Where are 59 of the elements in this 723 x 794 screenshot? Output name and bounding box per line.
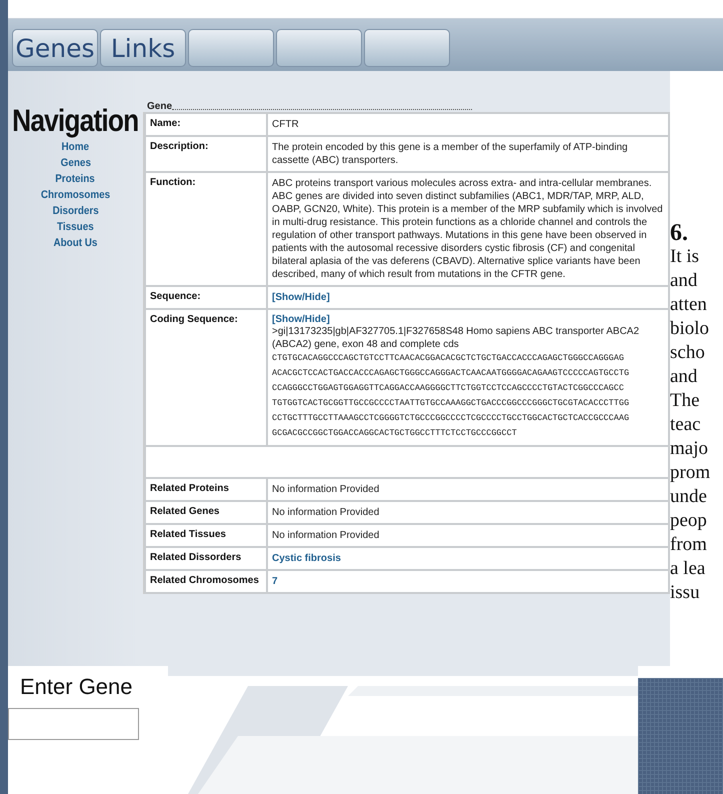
overlay-word: prom	[670, 461, 712, 485]
row-label: Coding Sequence:	[146, 310, 266, 445]
value-link[interactable]: [Show/Hide]	[272, 292, 330, 303]
overlay-word: majo	[670, 437, 709, 461]
sequence-line: TGTGGTCACTGCGGTTGCCGCCCCTAATTGTGCCAAAGGCTGACCCGGCCCGGGCTGCGTACACCCTTGG	[272, 397, 630, 410]
overlay-word: a lea	[670, 557, 706, 581]
enter-gene-label: Enter Gene	[19, 674, 134, 700]
sequence-line: ACACGCTCCACTGACCACCCAGAGCTGGGCCAGGGACTCAACAATGGGGACAGAAGTCCCCCAGTGCCTG	[272, 367, 630, 380]
sequence-header: >gi|13173235|gb|AF327705.1|F327658S48 Homo sapiens ABC transporter ABCA2 (ABCA2) gene, exon 48 and complete cds	[272, 325, 640, 351]
navigation-title: Navigation	[12, 103, 139, 139]
overlay-word: and	[670, 365, 698, 389]
overlay-number: 6.	[670, 221, 689, 245]
nav-link[interactable]: Tissues	[57, 219, 94, 235]
overlay-word: The	[670, 389, 701, 413]
nav-link[interactable]: Disorders	[52, 203, 99, 219]
nav-tab[interactable]: Links	[100, 29, 186, 67]
blank-tab[interactable]	[364, 29, 450, 67]
row-label: Related Chromosomes	[146, 571, 266, 592]
blank-tab[interactable]	[188, 29, 274, 67]
row-label: Related Dissorders	[146, 548, 266, 569]
nav-tab[interactable]: Genes	[12, 29, 98, 67]
overlay-word: atten	[670, 293, 708, 317]
row-label: Description:	[146, 137, 266, 171]
show-hide-link[interactable]: [Show/Hide]	[272, 314, 330, 325]
overlay-word: from	[670, 533, 708, 557]
table-cell: No information Provided	[268, 525, 668, 546]
table-cell: ABC proteins transport various molecules across extra- and intra-cellular membranes. ABC genes are divided into seven distinct subfamilies (ABC1, MDR/TAP, MRP, ALD, OABP, GCN20, White). This protein is a member of the MRP subfamily which is involved in multi-drug resistance. This protein functions as a chloride channel and controls the regulation of other transport pathways. Mutations in this gene have been observed in patients with the autosomal recessive disorders cystic fibrosis (CF) and congenital bilateral aplasia of the vas deferens (CBAVD). Alternative splice variants have been described, many of which result from mutations in the CFTR gene.	[268, 173, 668, 285]
row-label: Name:	[146, 114, 266, 135]
nav-link[interactable]: Home	[62, 139, 90, 155]
overlay-word: teac	[670, 413, 702, 437]
overlay-word: issu	[670, 581, 701, 605]
sequence-line: GCGACGCCGGCTGGACCAGGCACTGCTGGCCTTTCTCCTGCCCGGCCT	[272, 427, 517, 440]
overlay-word: scho	[670, 341, 706, 365]
row-label: Sequence:	[146, 287, 266, 308]
row-label: Function:	[146, 173, 266, 285]
nav-link[interactable]: Genes	[60, 155, 91, 171]
overlay-word: biolo	[670, 317, 710, 341]
sequence-line: CCTGCTTTGCCTTAAAGCCTCGGGGTCTGCCCGGCCCCTCGCCCCTGCCTGGCACTGCTCACCGCCCAAG	[272, 412, 630, 425]
blank-tab[interactable]	[276, 29, 362, 67]
value-link[interactable]: Cystic fibrosis	[272, 553, 341, 564]
overlay-word: unde	[670, 485, 708, 509]
nav-link[interactable]: About Us	[54, 235, 98, 251]
overlay-word: and	[670, 269, 698, 293]
nav-link[interactable]: Proteins	[56, 171, 96, 187]
gene-input[interactable]	[8, 708, 139, 740]
sequence-line: CCAGGGCCTGGAGTGGAGGTTCAGGACCAAGGGGCTTCTGGTCCTCCAGCCCCTGTACTCGGCCCAGCC	[272, 382, 624, 395]
table-cell: No information Provided	[268, 479, 668, 500]
table-cell: No information Provided	[268, 502, 668, 523]
sequence-line: CTGTGCACAGGCCCAGCTGTCCTTCAACACGGACACGCTCTGCTGACCACCCAGAGCTGGGCCAGGGAG	[272, 352, 624, 365]
nav-link[interactable]: Chromosomes	[40, 187, 110, 203]
overlay-word: It is	[670, 245, 700, 269]
row-label: Related Proteins	[146, 479, 266, 500]
table-cell: The protein encoded by this gene is a member of the superfamily of ATP-binding cassette (ABC) transporters.	[268, 137, 668, 171]
section-heading: Gene	[147, 101, 172, 112]
row-label: Related Genes	[146, 502, 266, 523]
value-link[interactable]: 7	[272, 576, 278, 587]
overlay-word: peop	[670, 509, 708, 533]
table-cell: CFTR	[268, 114, 668, 135]
row-label: Related Tissues	[146, 525, 266, 546]
